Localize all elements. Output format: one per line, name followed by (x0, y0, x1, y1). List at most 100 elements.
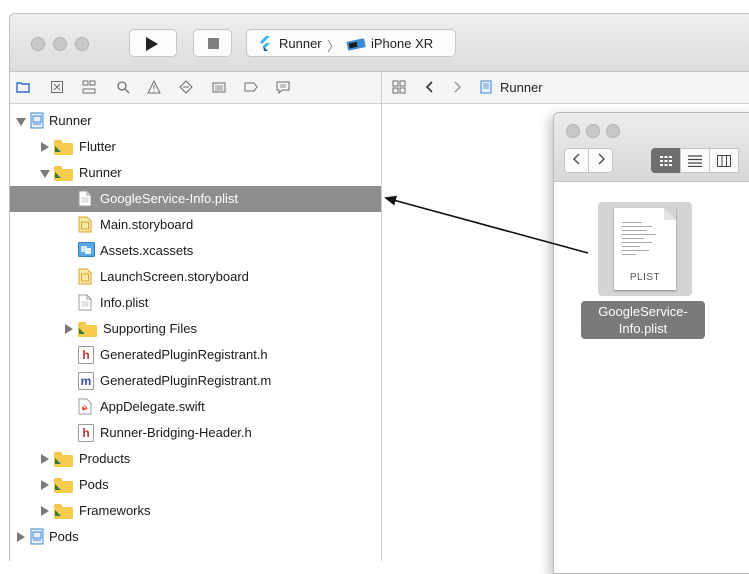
folder-icon (54, 504, 73, 519)
minimize-window-button[interactable] (586, 124, 600, 138)
file-name-line-2: Info.plist (618, 321, 668, 336)
navigator-row[interactable]: AppDelegate.swift (10, 394, 381, 420)
scheme-selector[interactable]: Runner 〉 iPhone XR (246, 29, 456, 57)
navigator-row[interactable]: h Runner-Bridging-Header.h (10, 420, 381, 446)
storyboard-icon (78, 216, 94, 234)
breakpoint-icon[interactable] (244, 80, 258, 94)
close-window-button[interactable] (31, 37, 45, 51)
zoom-window-button[interactable] (75, 37, 89, 51)
navigator-row[interactable]: Runner (10, 108, 381, 134)
close-window-button[interactable] (566, 124, 580, 138)
test-icon[interactable] (179, 80, 193, 94)
minimize-window-button[interactable] (53, 37, 67, 51)
file-type-label: PLIST (629, 272, 661, 283)
icon-view-button[interactable] (651, 148, 681, 173)
project-icon (30, 528, 46, 546)
column-view-button[interactable] (709, 148, 739, 173)
disclosure-closed-icon[interactable] (17, 532, 25, 542)
chevron-right-icon (597, 153, 605, 165)
stop-button[interactable] (193, 29, 232, 57)
asset-catalog-icon (78, 242, 95, 260)
folder-icon (78, 322, 97, 337)
file-name-line-1: GoogleService- (598, 304, 688, 319)
plist-file-icon[interactable]: PLIST (598, 202, 692, 296)
plist-file-icon (78, 190, 94, 208)
list-view-icon (688, 155, 702, 168)
navigator-row[interactable]: Products (10, 446, 381, 472)
project-file-icon (480, 80, 492, 94)
debug-icon[interactable] (212, 80, 226, 94)
header-file-icon: h (78, 424, 94, 442)
disclosure-open-icon[interactable] (16, 118, 26, 126)
navigator-row-label: Info.plist (100, 295, 149, 310)
disclosure-closed-icon[interactable] (65, 324, 73, 334)
navigator-row[interactable]: Flutter (10, 134, 381, 160)
navigator-row-label: Pods (49, 529, 79, 544)
finder-forward-button[interactable] (588, 148, 613, 173)
navigator-row[interactable]: GoogleService-Info.plist (10, 186, 381, 212)
iphone-device-icon (346, 38, 366, 51)
scheme-target-label: Runner (279, 36, 322, 51)
folder-icon[interactable] (16, 80, 30, 94)
chevron-right-icon: 〉 (327, 39, 341, 54)
navigator-row[interactable]: Main.storyboard (10, 212, 381, 238)
stop-icon (208, 38, 219, 49)
navigator-row[interactable]: Supporting Files (10, 316, 381, 342)
navigator-row[interactable]: LaunchScreen.storyboard (10, 264, 381, 290)
navigator-row[interactable]: Assets.xcassets (10, 238, 381, 264)
navigator-row[interactable]: m GeneratedPluginRegistrant.m (10, 368, 381, 394)
navigator-row-label: Pods (79, 477, 109, 492)
disclosure-open-icon[interactable] (40, 170, 50, 178)
navigator-row-label: Runner-Bridging-Header.h (100, 425, 252, 440)
navigator-row[interactable]: Pods (10, 524, 381, 550)
navigator-row[interactable]: Frameworks (10, 498, 381, 524)
file-name-label[interactable]: GoogleService- Info.plist (581, 301, 705, 339)
disclosure-closed-icon[interactable] (41, 142, 49, 152)
finder-window: PLIST GoogleService- Info.plist (553, 112, 749, 574)
source-control-icon[interactable] (50, 80, 64, 94)
navigator-row-label: GeneratedPluginRegistrant.m (100, 373, 272, 388)
finder-content: PLIST GoogleService- Info.plist (554, 182, 749, 573)
run-button[interactable] (129, 29, 177, 57)
warning-icon[interactable] (147, 80, 161, 94)
column-view-icon (717, 155, 731, 167)
play-icon (146, 37, 158, 51)
scheme-device-label: iPhone XR (371, 36, 434, 51)
navigator-row[interactable]: Info.plist (10, 290, 381, 316)
navigator-row-label: GeneratedPluginRegistrant.h (100, 347, 268, 362)
disclosure-closed-icon[interactable] (41, 454, 49, 464)
navigator-row-label: Runner (79, 165, 122, 180)
project-icon (30, 112, 46, 130)
jump-bar-item[interactable]: Runner (500, 80, 543, 95)
navigator-row-label: LaunchScreen.storyboard (100, 269, 249, 284)
folder-icon (54, 166, 73, 181)
report-icon[interactable] (276, 80, 290, 94)
navigator-row-label: Assets.xcassets (100, 243, 194, 258)
search-icon[interactable] (116, 80, 130, 94)
forward-icon[interactable] (450, 80, 464, 94)
plist-file-icon (78, 294, 94, 312)
navigator-row[interactable]: Pods (10, 472, 381, 498)
zoom-window-button[interactable] (606, 124, 620, 138)
navigator-tab-bar: Runner (10, 72, 749, 104)
navigator-row-label: Supporting Files (103, 321, 197, 336)
related-items-icon[interactable] (392, 80, 406, 94)
navigator-row-label: Frameworks (79, 503, 151, 518)
storyboard-icon (78, 268, 94, 286)
header-file-icon: h (78, 346, 94, 364)
navigator-row[interactable]: h GeneratedPluginRegistrant.h (10, 342, 381, 368)
disclosure-closed-icon[interactable] (41, 506, 49, 516)
list-view-button[interactable] (680, 148, 710, 173)
back-icon[interactable] (423, 80, 437, 94)
xcode-toolbar: Runner 〉 iPhone XR (10, 14, 749, 72)
navigator-row-label: Main.storyboard (100, 217, 194, 232)
disclosure-closed-icon[interactable] (41, 480, 49, 490)
folder-icon (54, 452, 73, 467)
project-navigator: Runner Flutter Runner GoogleService-Info.pl… (10, 104, 381, 561)
swift-file-icon (78, 398, 94, 416)
hierarchy-icon[interactable] (82, 80, 96, 94)
navigator-row[interactable]: Runner (10, 160, 381, 186)
finder-back-button[interactable] (564, 148, 589, 173)
navigator-row-label: AppDelegate.swift (100, 399, 205, 414)
finder-toolbar (554, 113, 749, 182)
